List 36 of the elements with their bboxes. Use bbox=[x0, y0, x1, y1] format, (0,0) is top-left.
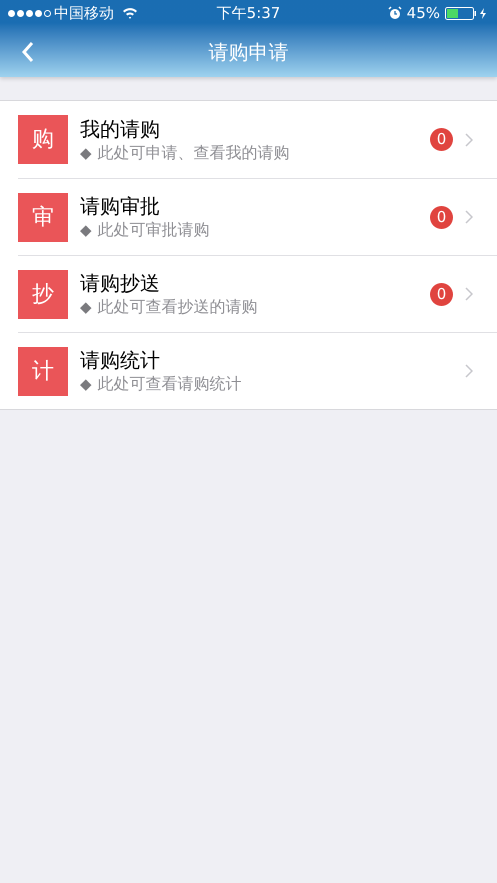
list-item[interactable]: 抄 请购抄送 ◆ 此处可查看抄送的请购 0 bbox=[18, 255, 497, 332]
category-icon: 审 bbox=[18, 192, 68, 242]
signal-icon bbox=[8, 10, 51, 16]
item-description: 此处可申请、查看我的请购 bbox=[98, 142, 290, 164]
count-badge: 0 bbox=[430, 282, 453, 306]
count-badge: 0 bbox=[430, 128, 453, 151]
chevron-icon bbox=[465, 132, 473, 146]
chevron-icon bbox=[465, 210, 473, 224]
item-title: 请购抄送 bbox=[80, 270, 161, 296]
diamond-bullet: ◆ bbox=[80, 297, 92, 318]
list-item[interactable]: 购 我的请购 ◆ 此处可申请、查看我的请购 0 bbox=[18, 101, 497, 178]
clock-time: 下午5:37 bbox=[216, 2, 280, 24]
category-icon: 购 bbox=[18, 115, 68, 164]
carrier-name: 中国移动 bbox=[54, 2, 114, 24]
diamond-bullet: ◆ bbox=[80, 220, 92, 241]
category-icon: 抄 bbox=[18, 270, 68, 318]
item-description: 此处可查看抄送的请购 bbox=[98, 296, 258, 318]
item-title: 请购审批 bbox=[80, 193, 161, 219]
list-item[interactable]: 计 请购统计 ◆ 此处可查看请购统计 bbox=[18, 332, 497, 409]
category-icon: 计 bbox=[18, 346, 68, 396]
item-description: 此处可审批请购 bbox=[98, 219, 210, 241]
back-icon bbox=[21, 40, 35, 62]
battery-charging-icon bbox=[445, 6, 489, 20]
chevron-icon bbox=[465, 287, 473, 301]
wifi-icon bbox=[122, 7, 138, 19]
list-item[interactable]: 审 请购审批 ◆ 此处可审批请购 0 bbox=[18, 178, 497, 255]
diamond-bullet: ◆ bbox=[80, 142, 92, 164]
diamond-bullet: ◆ bbox=[80, 374, 92, 395]
item-title: 请购统计 bbox=[80, 347, 161, 373]
count-badge: 0 bbox=[430, 206, 453, 228]
battery-percent: 45% bbox=[406, 2, 440, 24]
chevron-icon bbox=[465, 364, 473, 378]
item-title: 我的请购 bbox=[80, 116, 161, 142]
item-description: 此处可查看请购统计 bbox=[98, 373, 242, 395]
page-title: 请购申请 bbox=[208, 38, 288, 66]
alarm-icon bbox=[388, 6, 402, 20]
